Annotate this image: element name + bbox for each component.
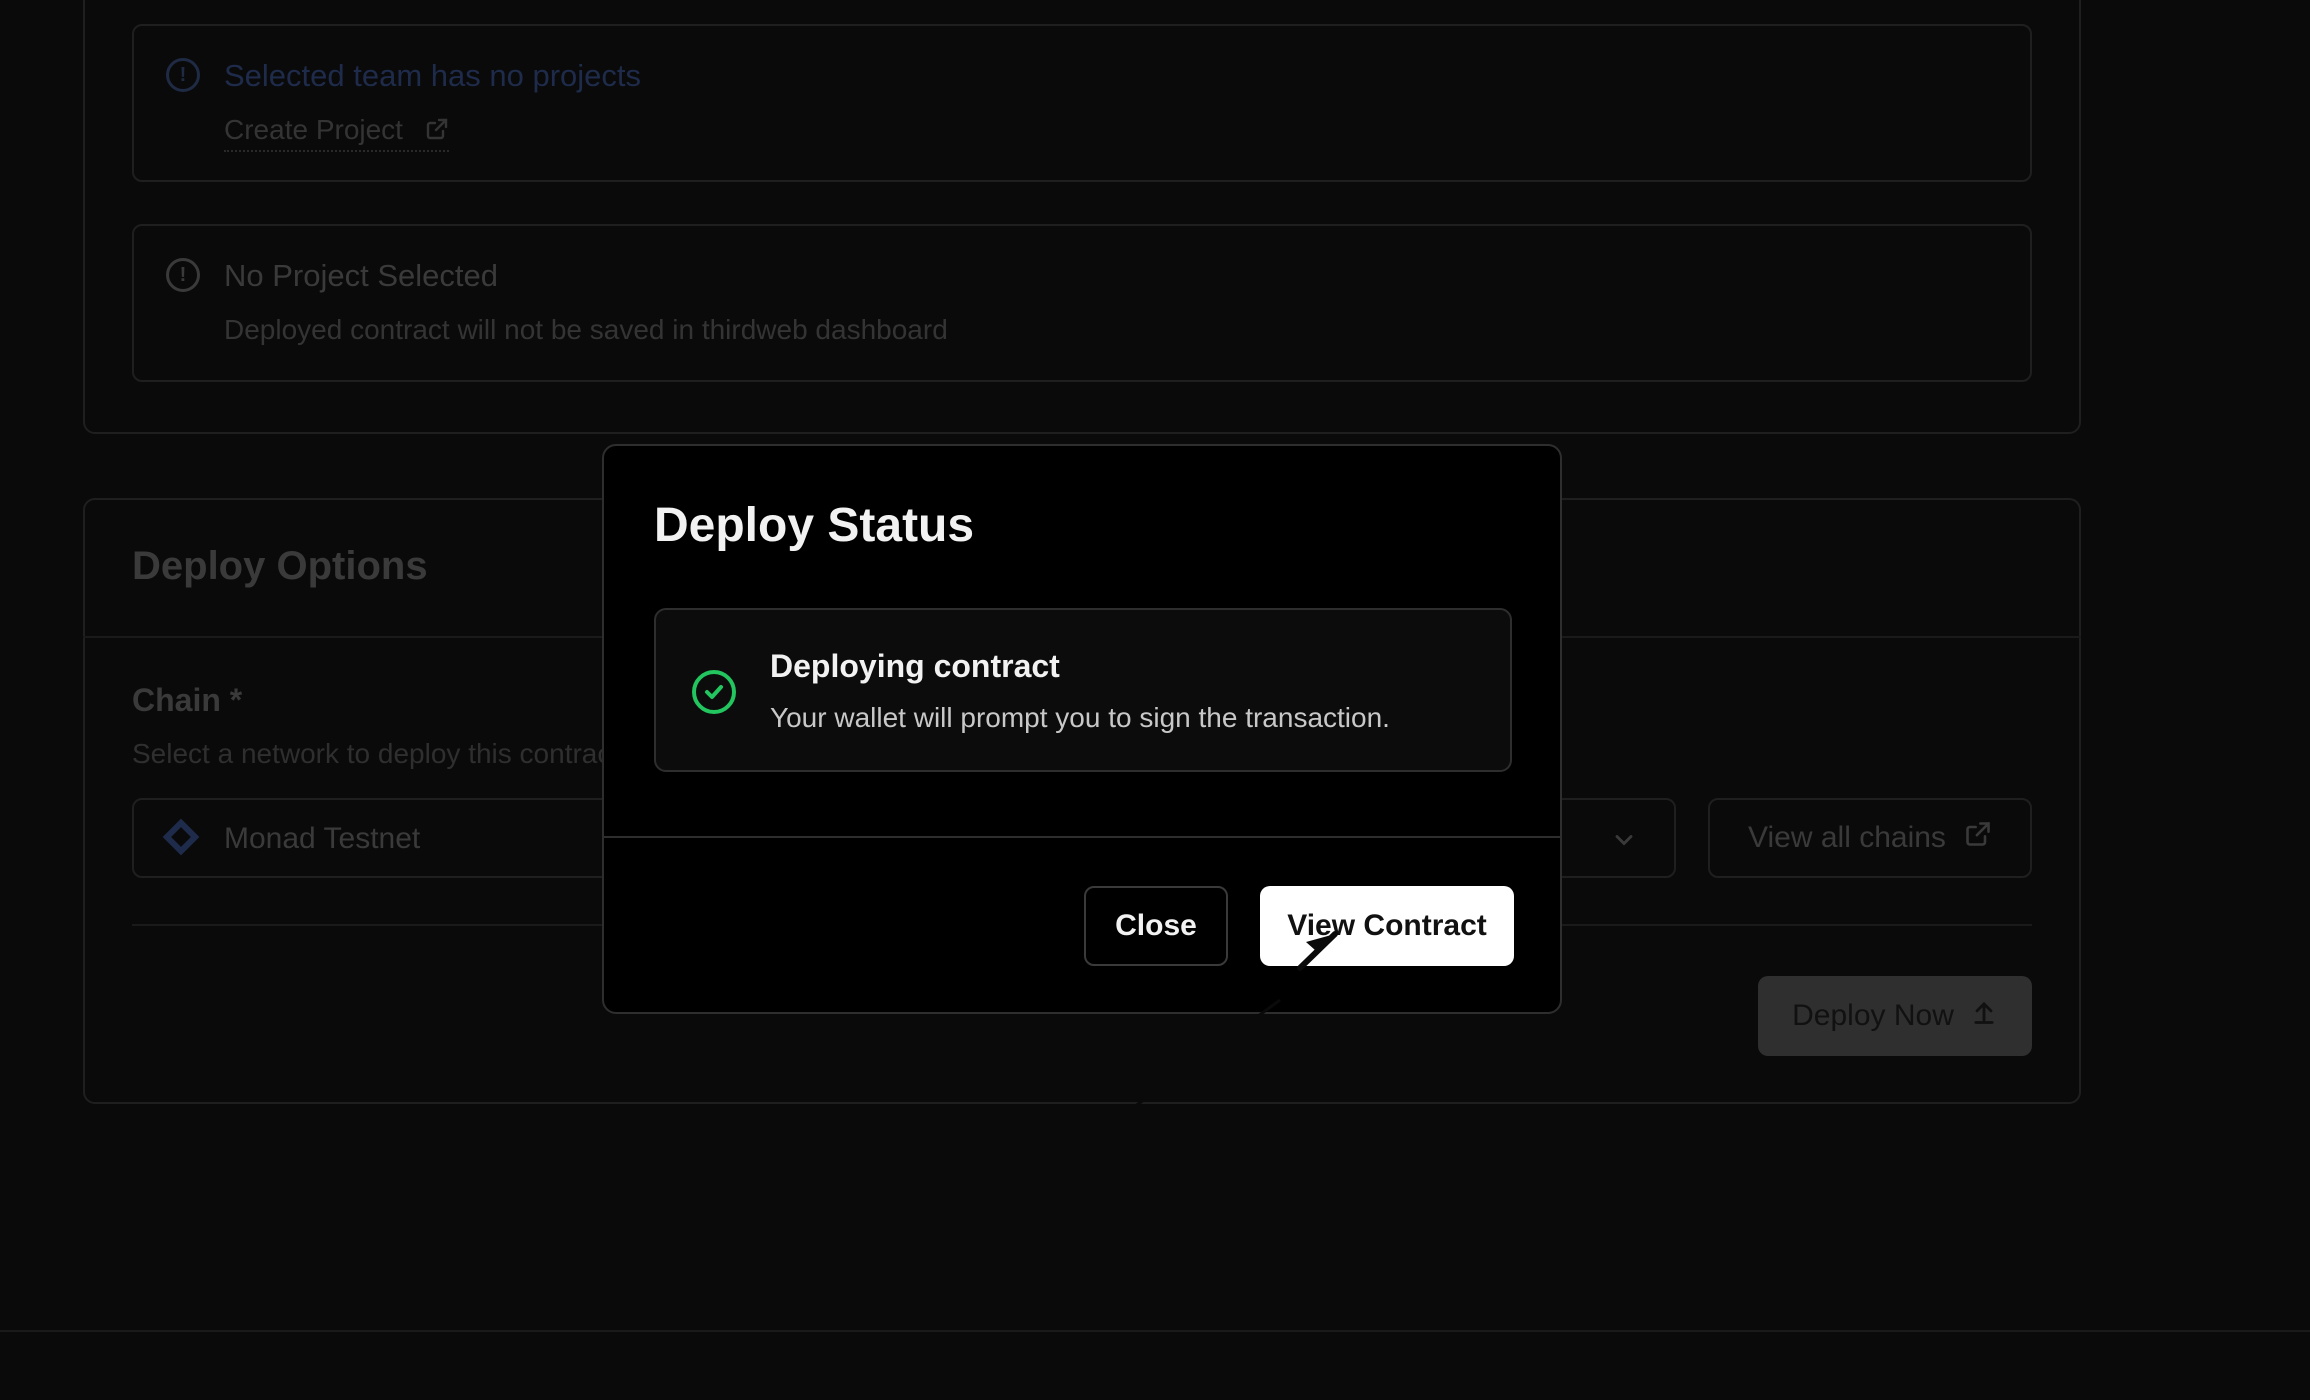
deploy-status-dialog: Deploy Status Deploying contract Your wa… [602,444,1562,1014]
close-button[interactable]: Close [1084,886,1228,966]
chevron-down-icon [1610,826,1638,859]
footer-divider [0,1330,2310,1332]
deploy-options-title: Deploy Options [132,544,428,588]
check-circle-icon [690,668,738,721]
deploy-step: Deploying contract Your wallet will prom… [654,608,1512,772]
step-description: Your wallet will prompt you to sign the … [770,702,1390,733]
dialog-divider [604,836,1560,838]
alert-no-projects: ! Selected team has no projects Create P… [132,24,2032,182]
alert-subtitle: Deployed contract will not be saved in t… [224,314,948,345]
upload-arrow-icon [1970,998,1998,1034]
deploy-now-label: Deploy Now [1792,999,1954,1032]
alert-no-project-selected: ! No Project Selected Deployed contract … [132,224,2032,382]
alert-circle-icon: ! [166,258,200,292]
selected-chain-name: Monad Testnet [224,822,421,855]
chain-label: Chain * [132,682,243,718]
view-contract-button[interactable]: View Contract [1260,886,1514,966]
page: ! Selected team has no projects Create P… [0,0,2310,1400]
alert-title: No Project Selected [224,258,498,293]
dialog-title: Deploy Status [654,499,975,552]
external-link-icon [1964,820,1992,856]
alert-title: Selected team has no projects [224,58,642,93]
monad-chain-icon [162,818,200,856]
view-all-chains-button[interactable]: View all chains [1708,798,2032,878]
chain-help-text: Select a network to deploy this contract [132,738,602,769]
deploy-now-button[interactable]: Deploy Now [1758,976,2032,1056]
view-all-chains-label: View all chains [1748,821,1946,854]
alert-circle-icon: ! [166,58,200,92]
step-title: Deploying contract [770,648,1060,684]
create-project-label: Create Project [224,114,403,145]
create-project-link[interactable]: Create Project [224,114,449,152]
external-link-icon [425,116,449,148]
